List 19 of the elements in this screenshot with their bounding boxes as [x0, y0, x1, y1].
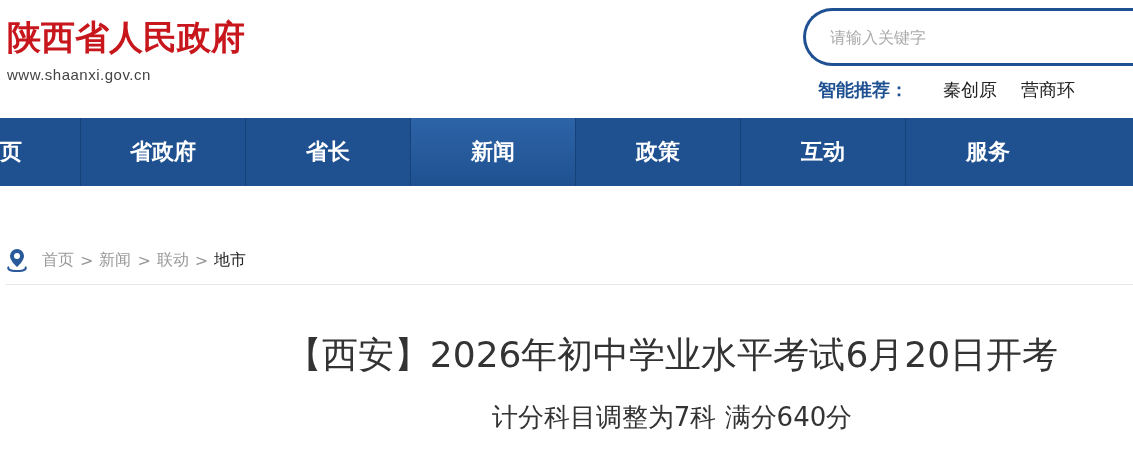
nav-tab[interactable]: 省政府	[80, 118, 245, 186]
recommend-link[interactable]: 营商环	[1021, 78, 1075, 102]
search-field[interactable]: 请输入关键字	[803, 8, 1133, 66]
breadcrumb-separator: >	[194, 250, 209, 270]
breadcrumb-separator: >	[137, 250, 151, 270]
location-pin-icon	[6, 247, 28, 273]
nav-tab[interactable]: 政策	[575, 118, 740, 186]
nav-tab[interactable]: 新闻	[410, 118, 575, 186]
nav-tab[interactable]: 页	[0, 118, 80, 186]
article-subtitle: 计分科目调整为7科 满分640分	[490, 401, 854, 434]
recommend-link[interactable]: 秦创原	[943, 78, 997, 102]
nav-tab[interactable]: 服务	[905, 118, 1070, 186]
breadcrumb-separator: >	[80, 250, 94, 270]
nav-tab[interactable]: 互动	[740, 118, 905, 186]
site-url: www.shaanxi.gov.cn	[7, 66, 152, 83]
breadcrumb-link[interactable]: 地市	[214, 249, 247, 271]
site-logo-text[interactable]: 陕西省人民政府	[7, 14, 795, 60]
article-title: 【西安】2026年初中学业水平考试6月20日开考	[284, 333, 1060, 377]
recommend-label: 智能推荐：	[818, 78, 909, 102]
